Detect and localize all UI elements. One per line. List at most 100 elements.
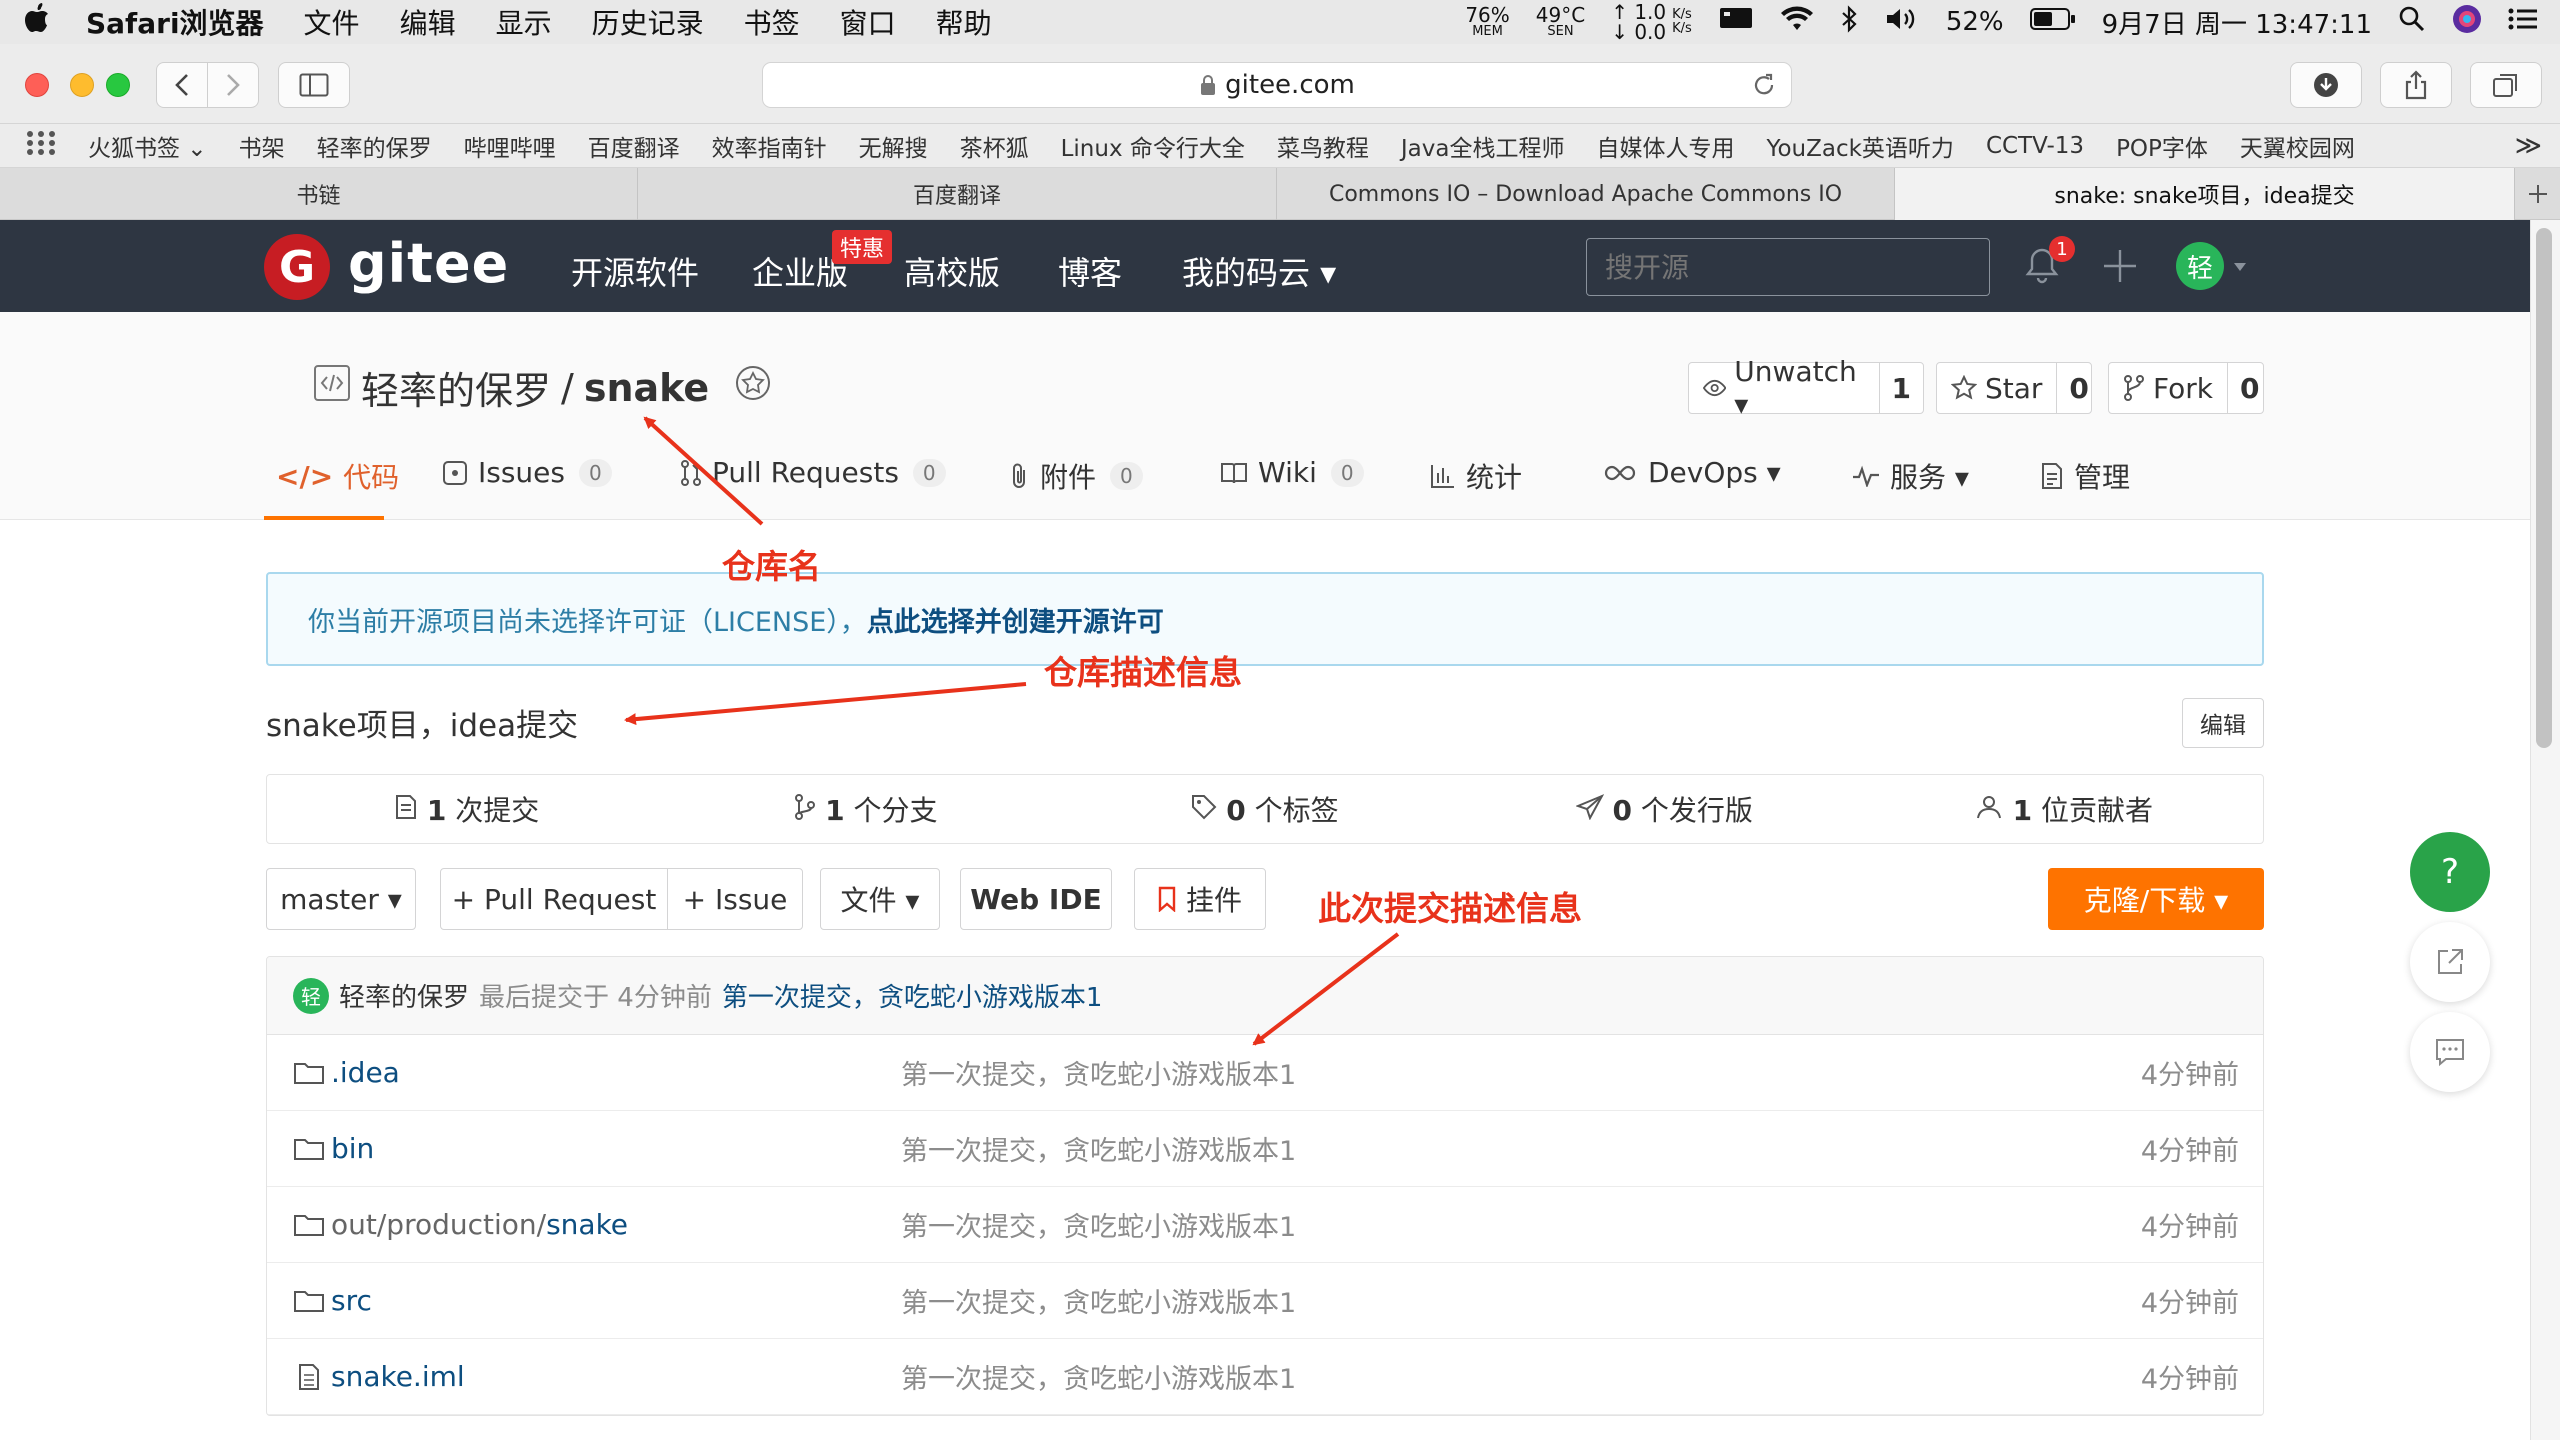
network-stat[interactable]: ↑ 1.0 ↓ 0.0 K/s K/s bbox=[1611, 2, 1692, 42]
recommend-badge-icon[interactable] bbox=[733, 363, 773, 412]
nav-blog[interactable]: 博客 bbox=[1058, 248, 1122, 294]
bookmark-item[interactable]: Linux 命令行大全 bbox=[1061, 129, 1245, 163]
share-button[interactable] bbox=[2380, 62, 2452, 108]
fork-count[interactable]: 0 bbox=[2228, 372, 2271, 405]
bookmark-item[interactable]: 茶杯狐 bbox=[960, 129, 1029, 163]
zoom-window-button[interactable] bbox=[106, 73, 130, 97]
file-dropdown-button[interactable]: 文件 ▾ bbox=[820, 868, 940, 930]
commit-author-avatar[interactable]: 轻 bbox=[293, 977, 329, 1014]
browser-tab[interactable]: 书链 bbox=[0, 168, 638, 220]
display-icon[interactable] bbox=[1718, 6, 1754, 39]
file-name-link[interactable]: out/production/snake bbox=[331, 1208, 628, 1241]
tab-wiki[interactable]: Wiki 0 bbox=[1220, 456, 1364, 489]
tab-issues[interactable]: Issues 0 bbox=[442, 456, 612, 489]
reload-icon[interactable] bbox=[1751, 72, 1777, 98]
spotlight-search-icon[interactable] bbox=[2398, 5, 2426, 40]
battery-icon[interactable] bbox=[2029, 7, 2076, 38]
commit-message-link[interactable]: 第一次提交，贪吃蛇小游戏版本1 bbox=[722, 977, 1103, 1014]
menu-view[interactable]: 显示 bbox=[496, 2, 552, 42]
tab-pull-requests[interactable]: Pull Requests 0 bbox=[680, 456, 946, 489]
tags-stat[interactable]: 0 个标签 bbox=[1065, 789, 1464, 829]
gitee-logo[interactable]: G bbox=[264, 234, 330, 300]
bookmark-item[interactable]: YouZack英语听力 bbox=[1766, 129, 1953, 163]
browser-tab[interactable]: Commons IO – Download Apache Commons IO bbox=[1277, 168, 1895, 220]
commits-stat[interactable]: 1 次提交 bbox=[267, 789, 666, 829]
repo-owner-link[interactable]: 轻率的保罗 bbox=[361, 360, 551, 415]
menu-history[interactable]: 历史记录 bbox=[592, 2, 704, 42]
share-float-button[interactable] bbox=[2410, 922, 2490, 1002]
web-ide-button[interactable]: Web IDE bbox=[960, 868, 1112, 930]
nav-open-source[interactable]: 开源软件 bbox=[571, 248, 699, 294]
file-commit-message[interactable]: 第一次提交，贪吃蛇小游戏版本1 bbox=[901, 1357, 1296, 1396]
file-commit-message[interactable]: 第一次提交，贪吃蛇小游戏版本1 bbox=[901, 1205, 1296, 1244]
create-license-link[interactable]: 点此选择并创建开源许可 bbox=[867, 600, 1164, 639]
plus-icon[interactable] bbox=[2102, 248, 2138, 288]
minimize-window-button[interactable] bbox=[70, 73, 94, 97]
browser-tab-active[interactable]: snake: snake项目，idea提交 bbox=[1895, 168, 2515, 220]
tab-services[interactable]: 服务 ▾ bbox=[1852, 456, 1969, 496]
bookmark-item[interactable]: 效率指南针 bbox=[712, 129, 827, 163]
menu-file[interactable]: 文件 bbox=[304, 2, 360, 42]
mem-stat[interactable]: 76% MEM bbox=[1465, 5, 1509, 39]
feedback-float-button[interactable] bbox=[2410, 1012, 2490, 1092]
fork-button[interactable]: Fork 0 bbox=[2108, 362, 2264, 414]
bookmark-item[interactable]: 天翼校园网 bbox=[2240, 129, 2355, 163]
watch-count[interactable]: 1 bbox=[1880, 372, 1923, 405]
bluetooth-icon[interactable] bbox=[1840, 4, 1858, 40]
bookmark-item[interactable]: 哔哩哔哩 bbox=[464, 129, 556, 163]
bookmark-item[interactable]: 轻率的保罗 bbox=[317, 129, 432, 163]
branch-select[interactable]: master ▾ bbox=[266, 868, 416, 930]
file-name-link[interactable]: .idea bbox=[331, 1056, 400, 1089]
address-bar[interactable]: gitee.com bbox=[762, 62, 1792, 108]
bookmark-item[interactable]: 书架 bbox=[239, 129, 285, 163]
menu-help[interactable]: 帮助 bbox=[936, 2, 992, 42]
releases-stat[interactable]: 0 个发行版 bbox=[1465, 789, 1864, 829]
gitee-brand[interactable]: gitee bbox=[348, 232, 509, 295]
bookmark-item[interactable]: 自媒体人专用 bbox=[1596, 129, 1734, 163]
nav-university[interactable]: 高校版 bbox=[904, 248, 1000, 294]
search-input[interactable] bbox=[1586, 238, 1990, 296]
bookmarks-grid-icon[interactable] bbox=[26, 130, 56, 162]
battery-percent[interactable]: 52% bbox=[1946, 7, 2004, 37]
tab-code[interactable]: </> 代码 bbox=[276, 456, 399, 496]
forward-button[interactable] bbox=[207, 62, 259, 108]
page-scrollbar-thumb[interactable] bbox=[2536, 228, 2552, 748]
browser-tab[interactable]: 百度翻译 bbox=[638, 168, 1277, 220]
file-commit-message[interactable]: 第一次提交，贪吃蛇小游戏版本1 bbox=[901, 1281, 1296, 1320]
table-row[interactable]: snake.iml 第一次提交，贪吃蛇小游戏版本1 4分钟前 bbox=[267, 1339, 2263, 1415]
menu-bookmarks[interactable]: 书签 bbox=[744, 2, 800, 42]
file-commit-message[interactable]: 第一次提交，贪吃蛇小游戏版本1 bbox=[901, 1129, 1296, 1168]
unwatch-button[interactable]: Unwatch ▾ 1 bbox=[1688, 355, 1924, 421]
clock[interactable]: 9月7日 周一 13:47:11 bbox=[2102, 4, 2372, 41]
branches-stat[interactable]: 1 个分支 bbox=[666, 789, 1065, 829]
new-pull-request-button[interactable]: + Pull Request bbox=[440, 868, 668, 930]
table-row[interactable]: bin 第一次提交，贪吃蛇小游戏版本1 4分钟前 bbox=[267, 1111, 2263, 1187]
siri-icon[interactable] bbox=[2452, 4, 2482, 41]
tab-attachments[interactable]: 附件 0 bbox=[1010, 456, 1143, 496]
notification-center-icon[interactable] bbox=[2508, 7, 2538, 38]
file-name-link[interactable]: bin bbox=[331, 1132, 374, 1165]
bookmark-item[interactable]: 百度翻译 bbox=[588, 129, 680, 163]
volume-icon[interactable] bbox=[1884, 6, 1920, 39]
tab-stats[interactable]: 统计 bbox=[1430, 456, 1522, 496]
edit-description-button[interactable]: 编辑 bbox=[2182, 698, 2264, 748]
bookmarks-overflow-button[interactable]: ≫ bbox=[2515, 131, 2542, 161]
sidebar-toggle-button[interactable] bbox=[278, 62, 350, 108]
menu-window[interactable]: 窗口 bbox=[840, 2, 896, 42]
clone-download-button[interactable]: 克隆/下载 ▾ bbox=[2048, 868, 2264, 930]
downloads-button[interactable] bbox=[2290, 62, 2362, 108]
table-row[interactable]: out/production/snake 第一次提交，贪吃蛇小游戏版本1 4分钟… bbox=[267, 1187, 2263, 1263]
nav-my-gitee[interactable]: 我的码云 ▾ bbox=[1182, 248, 1336, 294]
tab-manage[interactable]: 管理 bbox=[2040, 456, 2130, 496]
wifi-icon[interactable] bbox=[1780, 6, 1814, 39]
help-button[interactable]: ? bbox=[2410, 832, 2490, 912]
bookmark-item[interactable]: 菜鸟教程 bbox=[1277, 129, 1369, 163]
commit-author[interactable]: 轻率的保罗 bbox=[339, 977, 469, 1014]
sensor-stat[interactable]: 49°C SEN bbox=[1536, 5, 1585, 39]
caret-down-icon[interactable] bbox=[2232, 258, 2248, 277]
table-row[interactable]: src 第一次提交，贪吃蛇小游戏版本1 4分钟前 bbox=[267, 1263, 2263, 1339]
table-row[interactable]: .idea 第一次提交，贪吃蛇小游戏版本1 4分钟前 bbox=[267, 1035, 2263, 1111]
contributors-stat[interactable]: 1 位贡献者 bbox=[1864, 789, 2263, 829]
star-count[interactable]: 0 bbox=[2057, 372, 2100, 405]
new-issue-button[interactable]: + Issue bbox=[667, 868, 803, 930]
